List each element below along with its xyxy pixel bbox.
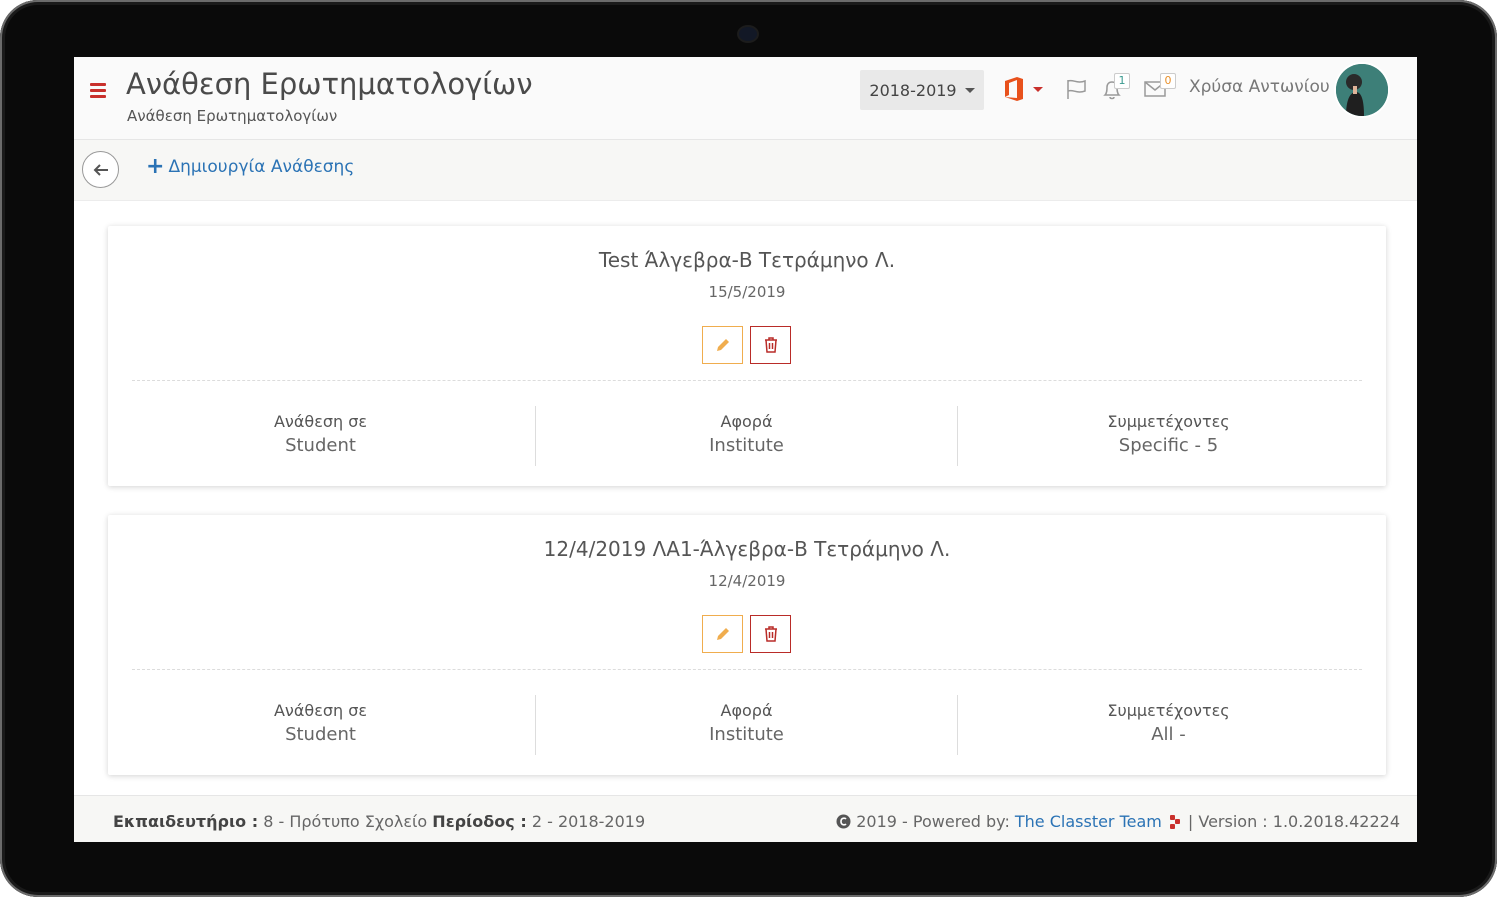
delete-button[interactable] (750, 326, 791, 364)
pencil-icon (716, 339, 729, 351)
assigned-to-column: Ανάθεση σε Student (110, 406, 531, 466)
card-title: Test Άλγεβρα-Β Τετράμηνο Λ. (598, 248, 896, 272)
column-value: Specific - 5 (1118, 435, 1219, 456)
tablet-frame: Ανάθεση Ερωτηματολογίων Ανάθεση Ερωτηματ… (0, 0, 1497, 897)
divider (132, 380, 1362, 381)
card-date: 15/5/2019 (708, 283, 786, 301)
avatar[interactable] (1336, 64, 1388, 116)
flag-icon[interactable] (1065, 78, 1087, 104)
notifications-badge: 1 (1114, 73, 1130, 89)
pencil-icon (716, 628, 729, 640)
app-screen: Ανάθεση Ερωτηματολογίων Ανάθεση Ερωτηματ… (74, 57, 1417, 842)
card-date: 12/4/2019 (708, 572, 786, 590)
assignment-card: Test Άλγεβρα-Β Τετράμηνο Λ. 15/5/2019 Αν… (108, 226, 1386, 486)
column-value: Institute (709, 435, 784, 456)
participants-column: Συμμετέχοντες All - (957, 695, 1379, 755)
trash-icon (764, 337, 777, 353)
user-menu[interactable]: Χρύσα Αντωνίου (1189, 77, 1348, 97)
period-value: 2 - 2018-2019 (531, 812, 646, 831)
school-label: Εκπαιδευτήριο : (113, 812, 259, 831)
footer-info: Εκπαιδευτήριο : 8 - Πρότυπο Σχολείο Περί… (113, 812, 645, 831)
year-select[interactable]: 2018-2019 (860, 70, 984, 110)
column-value: All - (1151, 724, 1186, 745)
page-subtitle: Ανάθεση Ερωτηματολογίων (127, 107, 338, 125)
menu-icon[interactable] (90, 83, 106, 98)
messages-badge: 0 (1160, 73, 1176, 89)
column-label: Ανάθεση σε (273, 412, 368, 431)
office-icon (1005, 77, 1023, 101)
divider (132, 669, 1362, 670)
back-button[interactable] (82, 151, 119, 188)
edit-button[interactable] (702, 615, 743, 653)
chevron-down-icon (1033, 86, 1043, 92)
column-label: Αφορά (720, 412, 773, 431)
page-footer: Εκπαιδευτήριο : 8 - Πρότυπο Σχολείο Περί… (74, 795, 1417, 842)
school-value: 8 - Πρότυπο Σχολείο (263, 812, 428, 831)
year-select-value: 2018-2019 (869, 80, 957, 100)
column-label: Συμμετέχοντες (1107, 701, 1230, 720)
messages-button[interactable]: 0 (1144, 73, 1176, 102)
edit-button[interactable] (702, 326, 743, 364)
page-title: Ανάθεση Ερωτηματολογίων (126, 67, 533, 101)
column-value: Student (285, 724, 356, 745)
column-label: Συμμετέχοντες (1107, 412, 1230, 431)
camera (739, 27, 757, 41)
trash-icon (764, 626, 777, 642)
column-label: Ανάθεση σε (273, 701, 368, 720)
copyright-text: 2019 - Powered by: (856, 812, 1010, 831)
office-apps-button[interactable] (1003, 76, 1043, 102)
user-name: Χρύσα Αντωνίου (1189, 77, 1330, 97)
version-text: | Version : 1.0.2018.42224 (1187, 812, 1400, 831)
notifications-button[interactable]: 1 (1101, 73, 1130, 104)
participants-column: Συμμετέχοντες Specific - 5 (957, 406, 1379, 466)
period-label: Περίοδος : (432, 812, 527, 831)
delete-button[interactable] (750, 615, 791, 653)
create-assignment-label: Δημιουργία Ανάθεσης (168, 157, 355, 177)
assigned-to-column: Ανάθεση σε Student (110, 695, 531, 755)
column-label: Αφορά (720, 701, 773, 720)
concerns-column: Αφορά Institute (535, 406, 957, 466)
arrow-left-icon (93, 163, 108, 176)
plus-icon: + (146, 154, 165, 179)
copyright-icon (836, 814, 851, 829)
page-header: Ανάθεση Ερωτηματολογίων Ανάθεση Ερωτηματ… (74, 57, 1417, 140)
main-content: Test Άλγεβρα-Β Τετράμηνο Λ. 15/5/2019 Αν… (74, 201, 1417, 795)
toolbar: + Δημιουργία Ανάθεσης (74, 140, 1417, 201)
column-value: Student (285, 435, 356, 456)
assignment-card: 12/4/2019 ΛΑ1-Άλγεβρα-Β Τετράμηνο Λ. 12/… (108, 515, 1386, 775)
classter-team-link[interactable]: The Classter Team (1015, 812, 1162, 831)
concerns-column: Αφορά Institute (535, 695, 957, 755)
card-title: 12/4/2019 ΛΑ1-Άλγεβρα-Β Τετράμηνο Λ. (543, 537, 951, 561)
create-assignment-link[interactable]: + Δημιουργία Ανάθεσης (146, 154, 355, 179)
chevron-down-icon (964, 87, 975, 93)
column-value: Institute (709, 724, 784, 745)
footer-credits: 2019 - Powered by: The Classter Team | V… (836, 812, 1400, 831)
classter-logo-icon (1169, 814, 1180, 829)
